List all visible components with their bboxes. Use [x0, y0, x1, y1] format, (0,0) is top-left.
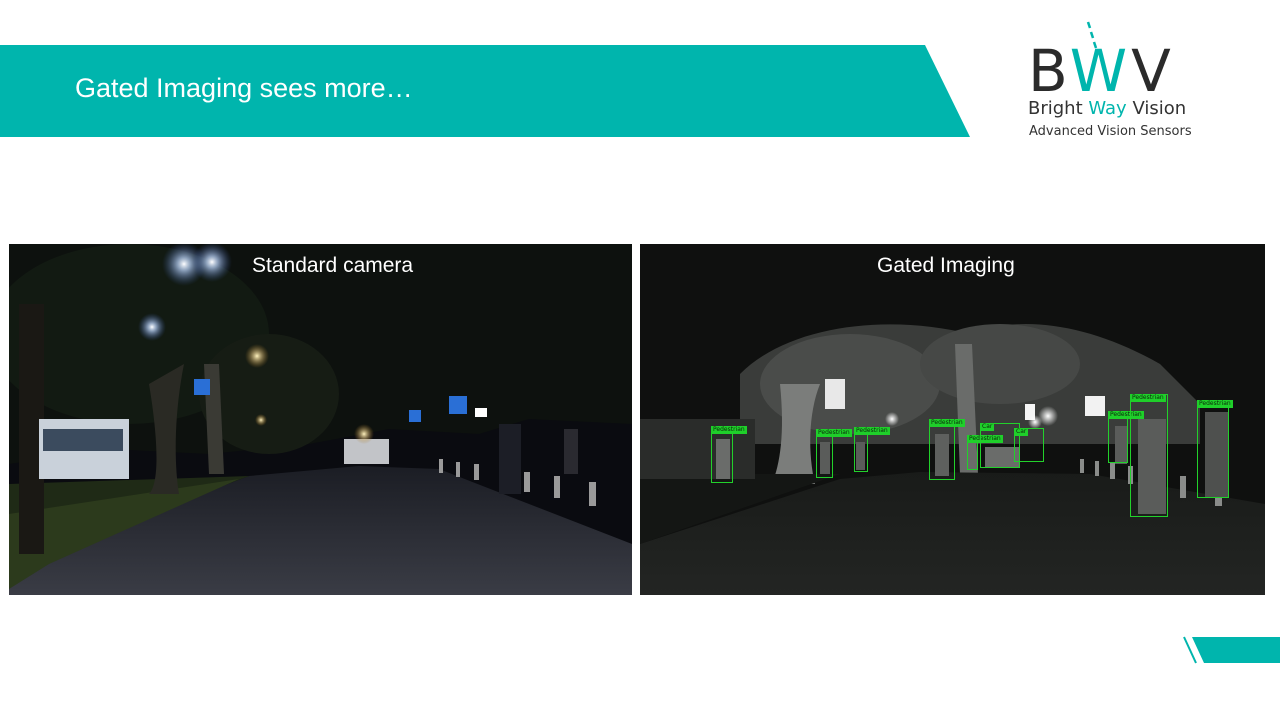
gated-imaging-caption: Gated Imaging	[877, 254, 1015, 277]
logo-wordmark: BWV	[1028, 37, 1175, 105]
detection-box: Pedestrian	[1130, 394, 1168, 517]
detection-box: Pedestrian	[967, 435, 1003, 470]
detection-box: Pedestrian	[1197, 400, 1233, 498]
detection-box: Pedestrian	[854, 427, 890, 472]
detection-box: Car	[1014, 428, 1044, 462]
company-logo: BWV Bright Way Vision Advanced Vision Se…	[1020, 18, 1220, 143]
corner-accent	[1183, 636, 1280, 664]
slide-title: Gated Imaging sees more…	[75, 73, 413, 103]
logo-tagline: Advanced Vision Sensors	[1029, 124, 1192, 139]
logo-company-name: Bright Way Vision	[1028, 98, 1187, 119]
detection-box: Pedestrian	[929, 419, 965, 480]
detection-box: Pedestrian	[1108, 411, 1144, 463]
gated-imaging-image: Pedestrian Pedestrian Pedestrian Pedestr…	[640, 244, 1265, 595]
detection-box: Pedestrian	[816, 429, 852, 478]
standard-camera-caption: Standard camera	[252, 254, 414, 277]
standard-camera-image: Standard camera	[9, 244, 632, 595]
detection-box: Pedestrian	[711, 426, 747, 483]
